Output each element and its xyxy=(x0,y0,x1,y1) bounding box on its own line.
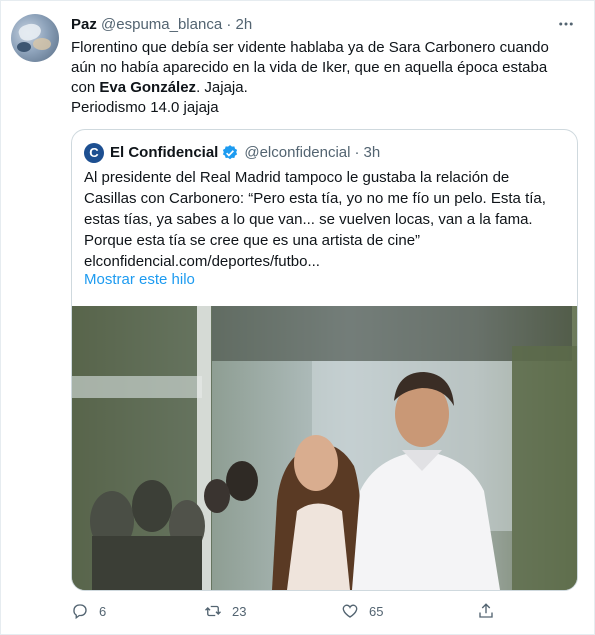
tweet-card[interactable]: Paz @espuma_blanca · 2h Florentino que d… xyxy=(0,0,595,635)
quoted-line: Porque esta tía se cree que es una artis… xyxy=(84,232,421,249)
retweet-button[interactable]: 23 xyxy=(204,602,246,620)
tweet-header: Paz @espuma_blanca · 2h xyxy=(71,15,252,35)
tweet-line: aún no había aparecido en la vida de Ike… xyxy=(71,59,548,76)
retweet-icon xyxy=(205,605,221,617)
tweet-time[interactable]: 2h xyxy=(236,16,253,33)
author-handle[interactable]: @espuma_blanca xyxy=(101,16,222,33)
mention-bold: Eva González xyxy=(99,79,197,96)
like-count: 65 xyxy=(369,603,384,619)
quoted-avatar[interactable]: C xyxy=(84,143,104,163)
share-button[interactable] xyxy=(477,602,505,620)
quoted-time[interactable]: 3h xyxy=(363,143,380,163)
tweet-line: Florentino que debía ser vidente hablaba… xyxy=(71,39,549,56)
action-bar: 6 23 65 xyxy=(71,602,576,624)
quoted-author-name[interactable]: El Confidencial xyxy=(110,143,218,163)
like-icon xyxy=(342,604,358,618)
quoted-header: C El Confidencial @elconfidencial · 3h xyxy=(84,143,380,163)
verified-icon xyxy=(223,145,238,160)
quoted-handle[interactable]: @elconfidencial xyxy=(244,143,350,163)
tweet-text: Florentino que debía ser vidente hablaba… xyxy=(71,38,576,118)
quoted-link[interactable]: elconfidencial.com/deportes/futbo... xyxy=(84,251,566,272)
quoted-line: estas tías, ya sabes a lo que van... se … xyxy=(84,211,533,228)
avatar[interactable] xyxy=(11,14,59,62)
quoted-line: Al presidente del Real Madrid tampoco le… xyxy=(84,169,510,186)
like-button[interactable]: 65 xyxy=(341,602,383,620)
quoted-line: Casillas con Carbonero: “Pero esta tía, … xyxy=(84,190,546,207)
tweet-line: con Eva González. Jajaja. xyxy=(71,79,248,96)
tweet-line: Periodismo 14.0 jajaja xyxy=(71,99,219,116)
quoted-text: Al presidente del Real Madrid tampoco le… xyxy=(84,167,566,272)
reply-button[interactable]: 6 xyxy=(71,602,106,620)
reply-count: 6 xyxy=(99,603,107,619)
share-icon xyxy=(479,603,493,618)
retweet-count: 23 xyxy=(232,603,247,619)
separator-dot: · xyxy=(354,144,360,161)
more-icon[interactable] xyxy=(557,15,575,38)
quoted-photo[interactable] xyxy=(72,306,577,590)
author-name[interactable]: Paz xyxy=(71,16,97,33)
show-thread-link[interactable]: Mostrar este hilo xyxy=(84,271,195,288)
quoted-tweet[interactable]: C El Confidencial @elconfidencial · 3h A… xyxy=(71,129,578,591)
separator-dot: · xyxy=(226,16,232,33)
reply-icon xyxy=(73,604,87,620)
